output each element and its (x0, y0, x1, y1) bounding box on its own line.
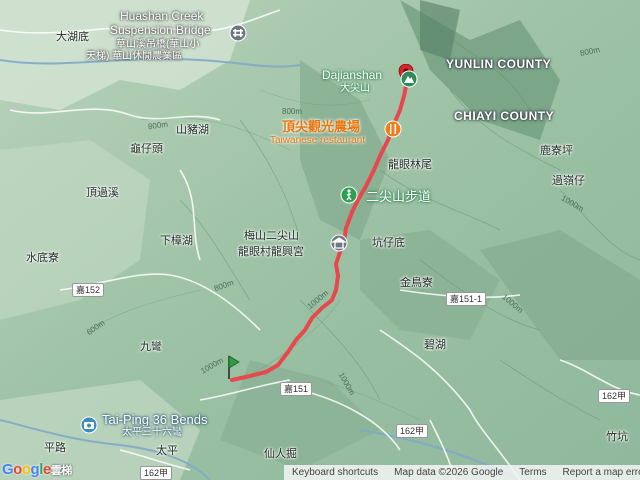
temple-poi-icon[interactable] (330, 234, 348, 252)
road-shield: 162甲 (140, 466, 173, 480)
temple-label-1: 梅山二尖山 (244, 230, 299, 242)
keyboard-shortcuts-link[interactable]: Keyboard shortcuts (284, 467, 386, 478)
google-logo: Google雲梯 (2, 461, 72, 478)
place-shanzhuhu: 山豬湖 (176, 124, 209, 136)
place-bihu: 碧湖 (424, 339, 446, 351)
trail-poi-icon[interactable] (340, 186, 358, 204)
road-shield: 嘉151-1 (446, 292, 487, 306)
place-taiping: 太平 (156, 445, 178, 457)
place-yunti: 雲梯 (50, 465, 73, 477)
place-guizaitou: 龜仔頭 (130, 143, 163, 155)
place-guolingzai: 過嶺仔 (552, 175, 585, 187)
place-jiuwan: 九彎 (140, 341, 162, 353)
road-shield: 162甲 (396, 424, 429, 438)
start-pin-icon[interactable] (226, 354, 240, 380)
taiping-label-en: Tai-Ping 36 Bends (102, 412, 208, 427)
bridge-label-en-1: Huashan Creek (120, 9, 204, 23)
report-map-error-link[interactable]: Report a map error (555, 467, 640, 478)
farm-label-zh: 頂尖觀光農場 (282, 119, 361, 134)
route-layer (230, 84, 408, 382)
yunlin-county-label: YUNLIN COUNTY (446, 57, 552, 71)
contour-label: 800m (282, 107, 303, 116)
summit-poi-icon[interactable] (400, 70, 418, 88)
bridge-label-zh-2: 天梯) 華山休閒農業區 (86, 51, 183, 62)
place-xiazhanghu: 下樟湖 (160, 235, 193, 247)
place-zhukeng: 竹坑 (606, 431, 628, 443)
place-pinglu: 平路 (44, 442, 66, 454)
place-kengzaidi: 坑仔底 (372, 237, 405, 249)
bridge-label-en-2: Suspension Bridge (110, 23, 211, 37)
place-xianrenjue: 仙人掘 (264, 448, 297, 460)
trail-label: 二尖山步道 (366, 189, 432, 204)
temple-label-2: 龍眼村龍興宮 (238, 246, 304, 258)
taiping-label-zh: 太平三十六彎 (122, 427, 182, 438)
farm-label-en: Taiwanese restaurant (270, 135, 366, 146)
map-footer: Keyboard shortcuts Map data ©2026 Google… (284, 465, 640, 480)
road-shield: 嘉152 (72, 283, 105, 297)
google-logo-letter: G (2, 461, 14, 478)
place-lukengping: 鹿寮坪 (540, 145, 573, 157)
place-dingguoxi: 頂過溪 (86, 187, 119, 199)
terms-link[interactable]: Terms (511, 467, 554, 478)
bridge-poi-icon[interactable] (229, 24, 247, 42)
map-data-attribution: Map data ©2026 Google (394, 467, 504, 478)
place-dahudi: 大湖底 (56, 31, 89, 43)
road-shield: 嘉151 (280, 382, 313, 396)
dajianshan-label-zh: 大尖山 (340, 83, 370, 94)
place-longyanlinwei: 龍眼林尾 (388, 159, 432, 171)
map-canvas[interactable]: Huashan Creek Suspension Bridge 華山溪吊橋(華山… (0, 0, 640, 480)
place-shuidiliao: 水底寮 (26, 252, 59, 264)
road-shield: 162甲 (598, 389, 631, 403)
dajianshan-label-en: Dajianshan (322, 68, 383, 82)
chiayi-county-label: CHIAYI COUNTY (454, 109, 555, 123)
restaurant-icon[interactable] (384, 120, 402, 138)
place-jinniaoliao: 金鳥寮 (400, 277, 433, 289)
taiping-poi-icon[interactable] (80, 416, 98, 434)
bridge-label-zh: 華山溪吊橋(華山小 (116, 39, 200, 50)
